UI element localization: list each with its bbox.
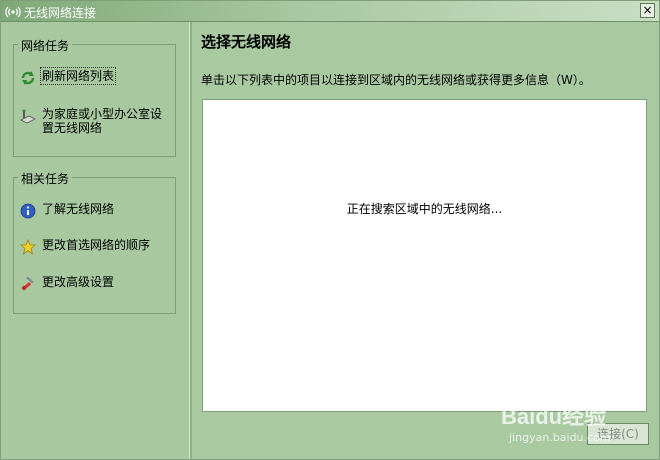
network-setup-icon	[20, 109, 36, 124]
network-tasks-panel: 网络任务 刷新网络列表 为家庭或小型办公室设置无线网络	[13, 37, 176, 157]
wireless-connection-window: 无线网络连接 × 网络任务 刷新网络列表 为家庭或小型办公室设置无线网络 相关任…	[0, 0, 660, 460]
advanced-settings-link[interactable]: 更改高级设置	[20, 275, 172, 292]
star-icon	[20, 239, 36, 255]
learn-wireless-label: 了解无线网络	[42, 202, 115, 216]
title-bar[interactable]: 无线网络连接 ×	[1, 1, 659, 22]
setup-wireless-network-label: 为家庭或小型办公室设置无线网络	[42, 107, 163, 135]
related-tasks-panel: 相关任务 了解无线网络 更改首选网络的顺序 更改高级设置	[13, 170, 176, 314]
learn-wireless-link[interactable]: 了解无线网络	[20, 202, 172, 219]
related-tasks-heading: 相关任务	[18, 170, 73, 187]
page-title: 选择无线网络	[201, 33, 292, 51]
change-preferred-order-label: 更改首选网络的顺序	[42, 238, 151, 252]
refresh-icon	[21, 71, 35, 85]
connect-button[interactable]: 连接(C)	[587, 423, 649, 445]
refresh-network-list-link[interactable]: 刷新网络列表	[20, 67, 172, 86]
instruction-text: 单击以下列表中的项目以连接到区域内的无线网络或获得更多信息（W）。	[201, 73, 591, 87]
advanced-settings-label: 更改高级设置	[42, 275, 115, 289]
main-pane: 选择无线网络 单击以下列表中的项目以连接到区域内的无线网络或获得更多信息（W）。…	[192, 22, 659, 459]
change-preferred-order-link[interactable]: 更改首选网络的顺序	[20, 238, 172, 255]
searching-status: 正在搜索区域中的无线网络...	[346, 202, 503, 216]
network-list[interactable]: 正在搜索区域中的无线网络...	[202, 99, 647, 412]
info-icon	[20, 203, 36, 219]
settings-icon	[22, 276, 34, 291]
refresh-network-list-label: 刷新网络列表	[39, 67, 117, 85]
close-button[interactable]: ×	[640, 3, 655, 18]
network-tasks-heading: 网络任务	[18, 37, 73, 54]
setup-wireless-network-link[interactable]: 为家庭或小型办公室设置无线网络	[20, 107, 172, 135]
wireless-icon	[5, 6, 21, 18]
window-title: 无线网络连接	[24, 6, 97, 20]
